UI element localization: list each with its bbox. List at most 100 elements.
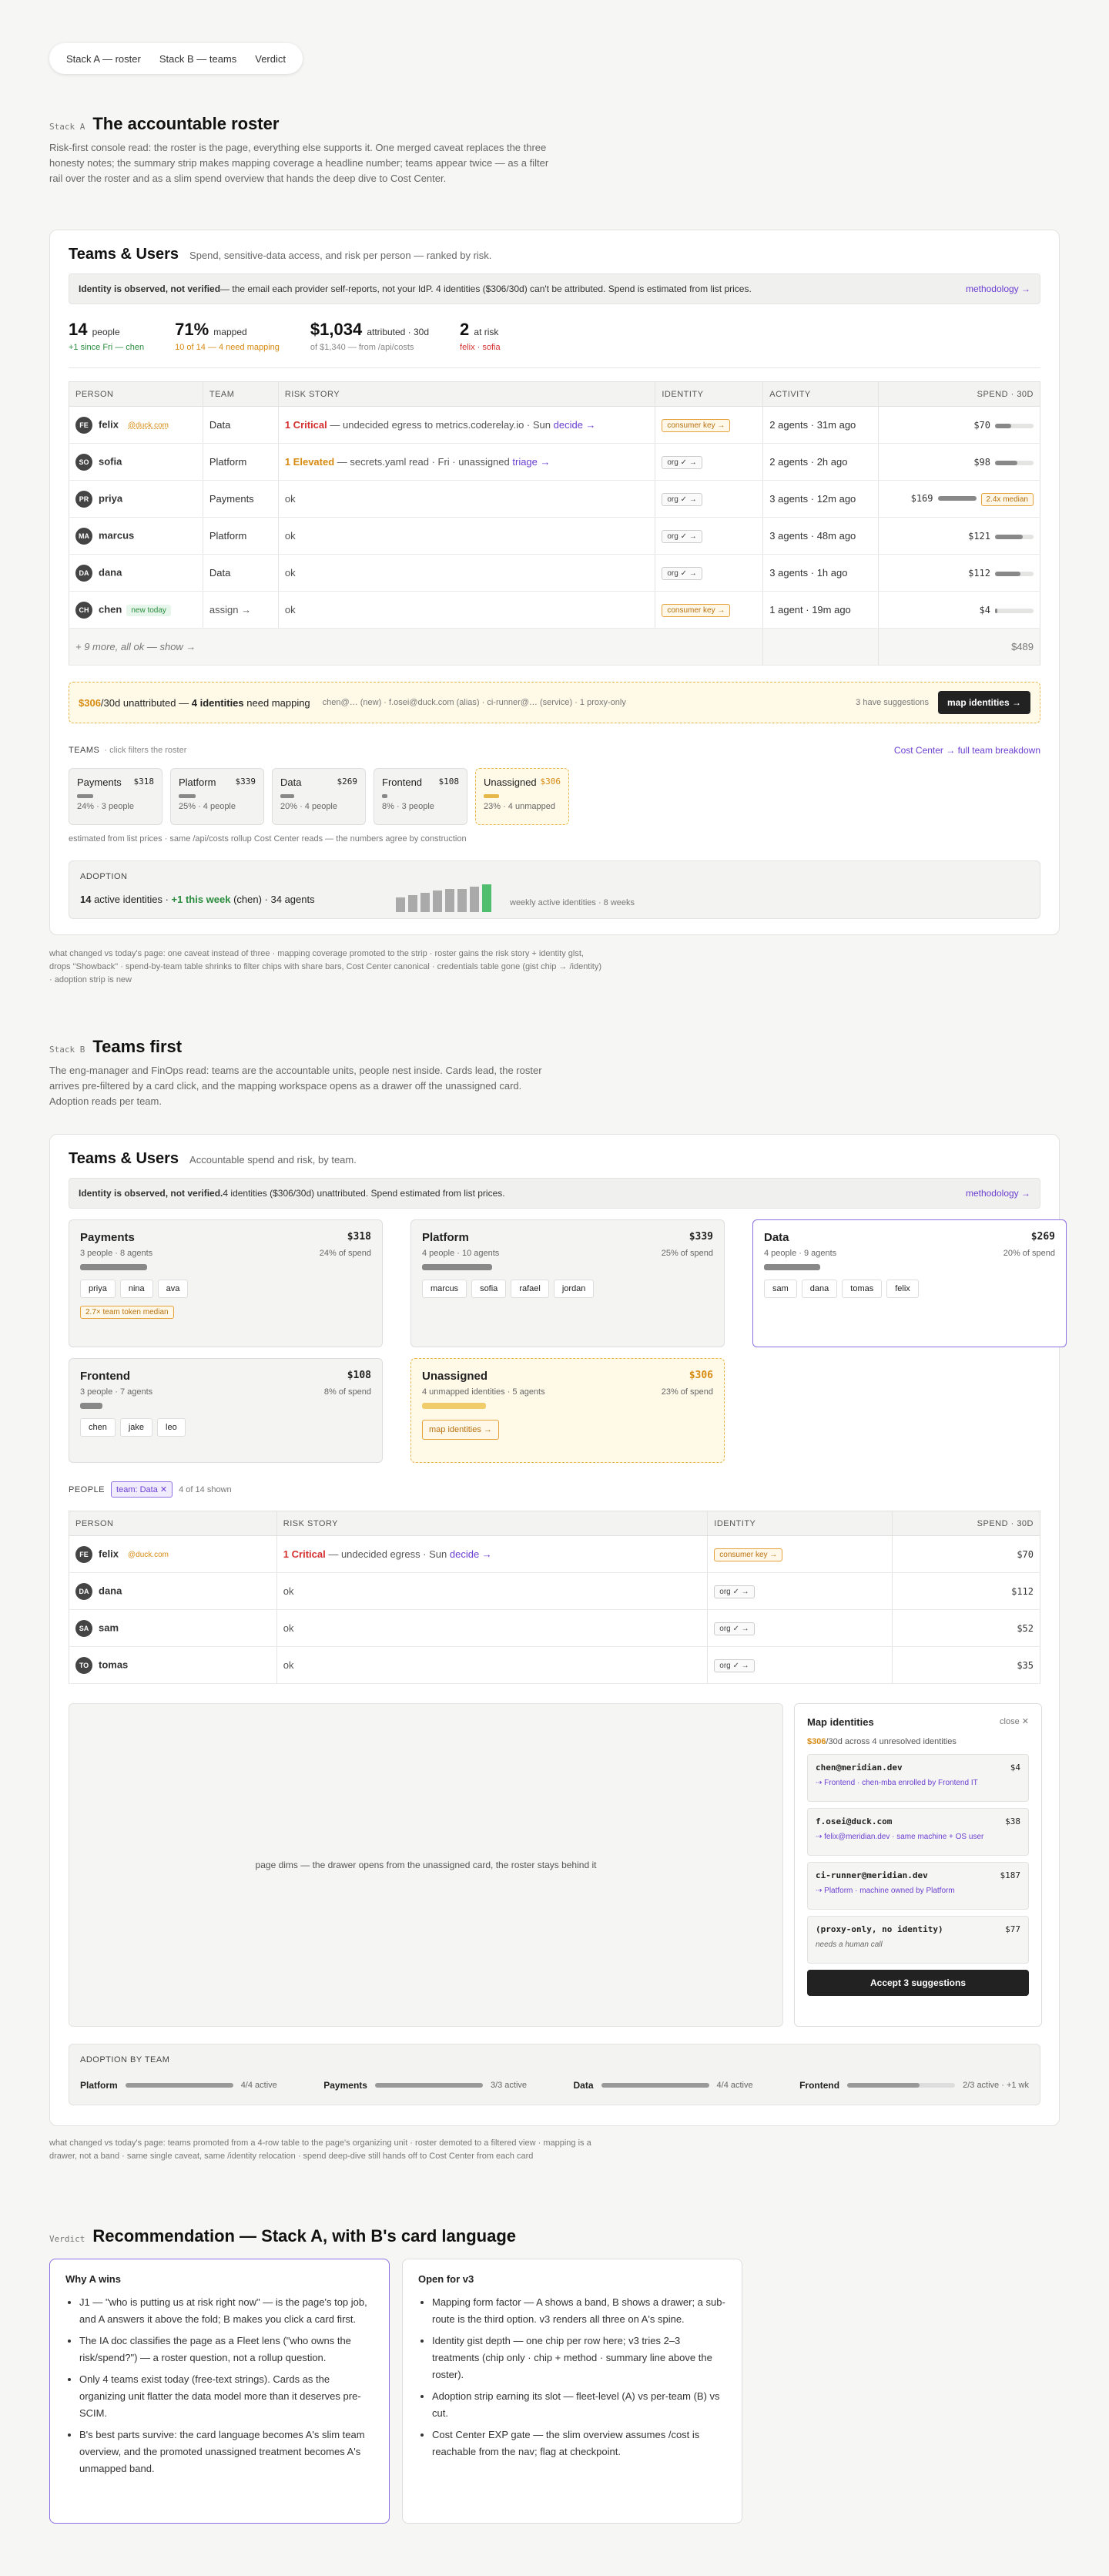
- map-identities-button[interactable]: map identities →: [422, 1420, 499, 1440]
- team-chip-data[interactable]: Data $269 20% · 4 people: [272, 768, 366, 825]
- person-name[interactable]: felix: [99, 1548, 119, 1559]
- person-name[interactable]: chen: [99, 603, 122, 615]
- methodology-link[interactable]: methodology →: [966, 1188, 1030, 1199]
- person-name[interactable]: dana: [99, 1585, 122, 1596]
- team-card-data[interactable]: Data $269 4 people · 9 agents 20% of spend s…: [752, 1219, 1067, 1347]
- table-row[interactable]: SA sam ok org ✓ → $52: [69, 1609, 1040, 1647]
- more-row[interactable]: + 9 more, all ok — show → $489: [69, 628, 1040, 666]
- table-row[interactable]: FE felix @duck.com Data 1 Critical — undecid…: [69, 406, 1040, 444]
- team-card-platform[interactable]: Platform $339 4 people · 10 agents 25% of s…: [410, 1219, 725, 1347]
- risk-action-link[interactable]: decide →: [450, 1548, 492, 1560]
- identity-chip[interactable]: org ✓ →: [714, 1622, 755, 1635]
- person-name[interactable]: tomas: [99, 1659, 128, 1670]
- table-row[interactable]: DA dana ok org ✓ → $112: [69, 1572, 1040, 1610]
- person-chip[interactable]: sofia: [471, 1280, 507, 1298]
- drawer-sub: /30d across 4 unresolved identities: [826, 1737, 957, 1746]
- accept-suggestions-button[interactable]: Accept 3 suggestions: [807, 1970, 1029, 1996]
- team-chip-frontend[interactable]: Frontend $108 8% · 3 people: [374, 768, 467, 825]
- section-tag: Stack A: [49, 122, 85, 132]
- nav-stack-b[interactable]: Stack B — teams: [152, 49, 244, 69]
- person-chip[interactable]: tomas: [842, 1280, 883, 1298]
- identity-chip[interactable]: consumer key →: [662, 603, 731, 617]
- mapping-item[interactable]: (proxy-only, no identity) $77 needs a huma…: [807, 1916, 1029, 1964]
- caveat-banner: Identity is observed, not verified — the…: [69, 273, 1040, 304]
- table-row[interactable]: TO tomas ok org ✓ → $35: [69, 1646, 1040, 1684]
- person-name[interactable]: felix: [99, 418, 119, 430]
- team-name[interactable]: assign →: [209, 604, 251, 615]
- section-title: The accountable roster: [92, 114, 280, 133]
- identity-chip[interactable]: consumer key →: [714, 1548, 783, 1561]
- person-chip[interactable]: marcus: [422, 1280, 467, 1298]
- mapping-item[interactable]: ci-runner@meridian.dev $187 ⇢ Platform · m…: [807, 1862, 1029, 1910]
- person-name[interactable]: sofia: [99, 455, 122, 467]
- risk-story: ok: [284, 530, 296, 542]
- team-name: Data: [209, 419, 231, 431]
- person-chip[interactable]: rafael: [511, 1280, 549, 1298]
- table-row[interactable]: CH chen new today assign → ok consumer key → 1…: [69, 591, 1040, 629]
- column-header: TEAM: [203, 381, 279, 407]
- person-name[interactable]: priya: [99, 492, 122, 504]
- identity-chip[interactable]: consumer key →: [662, 418, 731, 432]
- team-filter-chip[interactable]: team: Data ✕: [111, 1481, 173, 1498]
- person-chip[interactable]: dana: [801, 1280, 838, 1298]
- team-chip-payments[interactable]: Payments $318 24% · 3 people: [69, 768, 162, 825]
- team-chip-platform[interactable]: Platform $339 25% · 4 people: [170, 768, 264, 825]
- risk-cell: 1 Elevated — secrets.yaml read · Fri · u…: [278, 443, 656, 481]
- drawer-close-button[interactable]: close ✕: [1000, 1716, 1029, 1728]
- mapping-head: ci-runner@meridian.dev $187: [816, 1870, 1020, 1880]
- team-name: Platform: [209, 456, 247, 468]
- person-chip[interactable]: ava: [157, 1280, 189, 1298]
- cost-center-link[interactable]: Cost Center → full team breakdown: [894, 745, 1040, 756]
- person-chip[interactable]: jake: [119, 1418, 153, 1437]
- person-chip[interactable]: priya: [80, 1280, 116, 1298]
- mapping-item[interactable]: chen@meridian.dev $4 ⇢ Frontend · chen-mba…: [807, 1754, 1029, 1802]
- team-chip-unassigned[interactable]: Unassigned $306 23% · 4 unmapped: [475, 768, 569, 825]
- show-more-link[interactable]: + 9 more, all ok — show →: [69, 628, 764, 666]
- person-chip[interactable]: nina: [119, 1280, 153, 1298]
- table-row[interactable]: SO sofia Platform 1 Elevated — secrets.yaml…: [69, 443, 1040, 481]
- methodology-link[interactable]: methodology →: [966, 283, 1030, 294]
- person-chip[interactable]: sam: [764, 1280, 797, 1298]
- team-name: Platform: [209, 530, 247, 542]
- team-card-frontend[interactable]: Frontend $108 3 people · 7 agents 8% of spe…: [69, 1358, 383, 1463]
- person-chip[interactable]: jordan: [553, 1280, 595, 1298]
- share-bar: [422, 1264, 492, 1270]
- identity-chip[interactable]: org ✓ →: [714, 1585, 755, 1598]
- person-name[interactable]: marcus: [99, 529, 134, 541]
- column-header: RISK STORY: [276, 1511, 709, 1536]
- team-share: 20% · 4 people: [280, 802, 337, 811]
- mapping-item[interactable]: f.osei@duck.com $38 ⇢ felix@meridian.dev ·…: [807, 1808, 1029, 1856]
- person-chip[interactable]: leo: [157, 1418, 186, 1437]
- identity-chip[interactable]: org ✓ →: [714, 1659, 755, 1672]
- identity-chip[interactable]: org ✓ →: [662, 492, 702, 506]
- person-chip[interactable]: chen: [80, 1418, 116, 1437]
- identity-chip[interactable]: org ✓ →: [662, 455, 702, 469]
- risk-action-link[interactable]: triage →: [512, 456, 550, 468]
- adoption-label: ADOPTION BY TEAM: [80, 2055, 170, 2064]
- section-nav: Stack A — roster Stack B — teams Verdict: [49, 43, 303, 74]
- adoption-t1: active identities ·: [91, 894, 172, 905]
- risk-action-link[interactable]: decide →: [554, 419, 596, 431]
- close-icon[interactable]: ✕: [160, 1485, 167, 1494]
- team-cell: Payments: [203, 480, 279, 518]
- table-row[interactable]: DA dana Data ok org ✓ → 3 agents · 1h ago $112: [69, 554, 1040, 592]
- table-row[interactable]: MA marcus Platform ok org ✓ → 3 agents · 48m …: [69, 517, 1040, 555]
- team-card-payments[interactable]: Payments $318 3 people · 8 agents 24% of sp…: [69, 1219, 383, 1347]
- nav-stack-a[interactable]: Stack A — roster: [59, 49, 149, 69]
- person-cell: FE felix @duck.com: [69, 406, 203, 444]
- team-card-unassigned[interactable]: Unassigned $306 4 unmapped identities · 5 …: [410, 1358, 725, 1463]
- identity-chip[interactable]: org ✓ →: [662, 529, 702, 543]
- team-card-head: Unassigned $306: [422, 1370, 713, 1383]
- identity-chip[interactable]: org ✓ →: [662, 566, 702, 580]
- person-chip[interactable]: felix: [886, 1280, 919, 1298]
- table-row[interactable]: FE felix @duck.com 1 Critical — undecided e…: [69, 1535, 1040, 1573]
- table-row[interactable]: PR priya Payments ok org ✓ → 3 agents · 12m a…: [69, 480, 1040, 518]
- people-label: PEOPLE: [69, 1484, 106, 1494]
- why-title: Why A wins: [65, 2273, 121, 2285]
- card-heading: Teams & Users: [69, 1150, 179, 1167]
- person-name[interactable]: dana: [99, 566, 122, 578]
- map-identities-button[interactable]: map identities →: [937, 691, 1030, 714]
- sparkline-bar: [482, 884, 491, 912]
- nav-verdict[interactable]: Verdict: [247, 49, 293, 69]
- person-name[interactable]: sam: [99, 1622, 119, 1633]
